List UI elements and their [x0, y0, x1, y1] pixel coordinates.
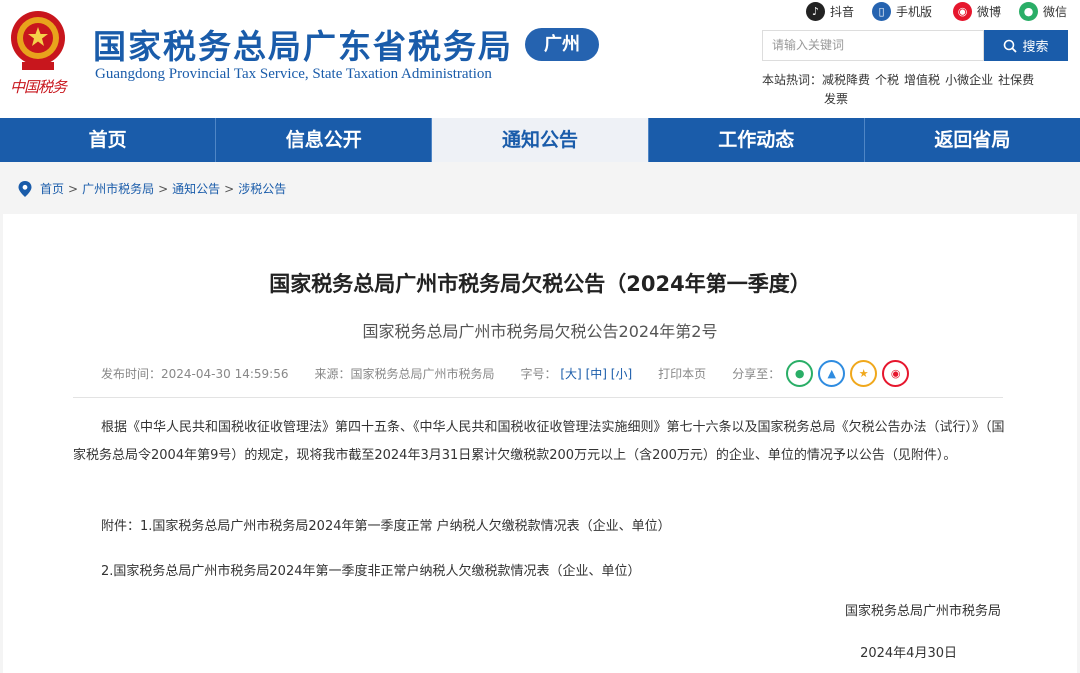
search-button[interactable]: 搜索 — [984, 30, 1068, 61]
breadcrumb: 首页 > 广州市税务局 > 通知公告 > 涉税公告 — [18, 180, 286, 197]
attachment-link-2[interactable]: 2.国家税务总局广州市税务局2024年第一季度非正常户纳税人欠缴税款情况表（企业… — [101, 560, 641, 579]
signature: 国家税务总局广州市税务局 — [844, 604, 1001, 619]
attachment-link-1[interactable]: 附件：1.国家税务总局广州市税务局2024年第一季度正常 户纳税人欠缴税款情况表… — [101, 515, 671, 534]
font-size-small[interactable]: 小 — [615, 367, 627, 381]
site-subtitle: Guangdong Provincial Tax Service, State … — [95, 66, 492, 82]
nav-item-home[interactable]: 首页 — [0, 118, 217, 162]
font-size-medium[interactable]: 中 — [590, 367, 602, 381]
main-nav: 首页 信息公开 通知公告 工作动态 返回省局 — [0, 118, 1080, 162]
social-douyin[interactable]: ♪ 抖音 — [806, 0, 854, 22]
location-pin-icon — [18, 180, 32, 197]
social-wechat[interactable]: ● 微信 — [1019, 0, 1067, 22]
mobile-icon: ▯ — [872, 1, 891, 21]
hot-word[interactable]: 增值税 — [904, 73, 940, 87]
breadcrumb-item[interactable]: 通知公告 — [172, 180, 220, 197]
article-meta: 发布时间：2024-04-30 14:59:56 来源：国家税务总局广州市税务局… — [101, 360, 910, 387]
weibo-share-icon[interactable]: ◉ — [882, 360, 910, 387]
site-header: 中国税务 国家税务总局广东省税务局 Guangdong Provincial T… — [0, 0, 1080, 118]
breadcrumb-separator: > — [158, 181, 169, 196]
social-label: 微博 — [977, 4, 1002, 19]
social-label: 微信 — [1043, 4, 1068, 19]
breadcrumb-item[interactable]: 首页 — [40, 180, 64, 197]
emblem-caption: 中国税务 — [10, 78, 67, 96]
print-button[interactable]: 打印本页 — [658, 365, 706, 382]
search-icon — [1004, 39, 1018, 53]
qq-share-icon[interactable]: ▲ — [818, 360, 846, 387]
social-mobile[interactable]: ▯ 手机版 — [872, 0, 932, 22]
wechat-icon: ● — [1019, 1, 1038, 21]
divider — [73, 397, 1003, 398]
hot-words-label: 本站热词： — [762, 73, 823, 87]
nav-item-info[interactable]: 信息公开 — [216, 118, 433, 162]
breadcrumb-item[interactable]: 涉税公告 — [238, 180, 286, 197]
article-paragraph: 根据《中华人民共和国税收征收管理法》第四十五条、《中华人民共和国税收征收管理法实… — [73, 420, 1005, 463]
national-emblem-icon — [11, 11, 65, 70]
qzone-share-icon[interactable]: ★ — [850, 360, 878, 387]
douyin-icon: ♪ — [806, 1, 825, 21]
search-button-label: 搜索 — [1022, 40, 1049, 55]
hot-word[interactable]: 社保费 — [998, 73, 1034, 87]
hot-word[interactable]: 发票 — [824, 92, 848, 106]
article-panel: 国家税务总局广州市税务局欠税公告（2024年第一季度） 国家税务总局广州市税务局… — [3, 214, 1077, 673]
font-size-large[interactable]: 大 — [565, 367, 577, 381]
font-size-control: 字号： [大] [中] [小] — [520, 367, 633, 381]
site-title[interactable]: 国家税务总局广东省税务局 — [93, 20, 513, 68]
publish-time: 发布时间：2024-04-30 14:59:56 — [101, 367, 289, 381]
hot-word[interactable]: 小微企业 — [945, 73, 993, 87]
breadcrumb-separator: > — [68, 181, 79, 196]
article-source: 来源：国家税务总局广州市税务局 — [314, 367, 495, 381]
weibo-icon: ◉ — [953, 1, 972, 21]
social-weibo[interactable]: ◉ 微博 — [953, 0, 1001, 22]
hot-word[interactable]: 减税降费 — [822, 73, 870, 87]
breadcrumb-separator: > — [224, 181, 235, 196]
city-badge[interactable]: 广州 — [525, 28, 599, 61]
article-title: 国家税务总局广州市税务局欠税公告（2024年第一季度） — [269, 272, 811, 296]
sign-date: 2024年4月30日 — [860, 646, 957, 661]
nav-item-notices[interactable]: 通知公告 — [432, 118, 649, 162]
share-icons: ● ▲ ★ ◉ — [786, 360, 910, 387]
article-subtitle: 国家税务总局广州市税务局欠税公告2024年第2号 — [362, 322, 718, 341]
article-body: 根据《中华人民共和国税收征收管理法》第四十五条、《中华人民共和国税收征收管理法实… — [73, 414, 1005, 470]
hot-word[interactable]: 个税 — [875, 73, 899, 87]
share-label: 分享至： — [732, 367, 781, 381]
search-input[interactable]: 请输入关键词 — [762, 30, 984, 61]
wechat-share-icon[interactable]: ● — [786, 360, 814, 387]
nav-item-work[interactable]: 工作动态 — [649, 118, 865, 162]
social-label: 手机版 — [896, 4, 933, 19]
nav-item-province[interactable]: 返回省局 — [865, 118, 1080, 162]
breadcrumb-item[interactable]: 广州市税务局 — [82, 180, 154, 197]
hot-words: 本站热词：减税降费 个税 增值税 小微企业 社保费 发票 — [762, 71, 1058, 109]
social-label: 抖音 — [830, 4, 855, 19]
